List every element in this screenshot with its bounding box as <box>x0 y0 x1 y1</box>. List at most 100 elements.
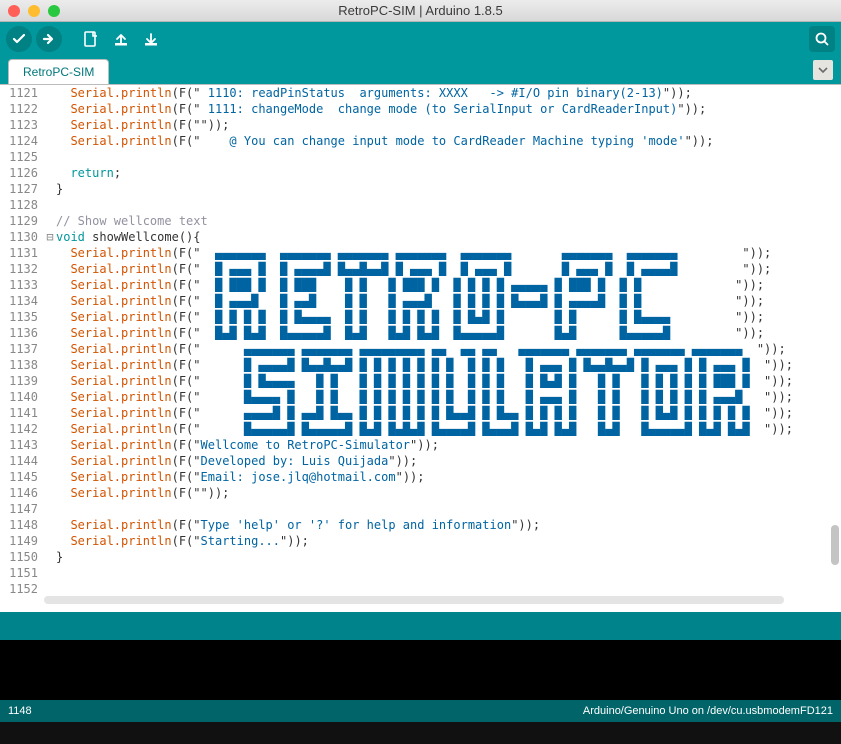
code-line[interactable]: 1125 <box>0 149 841 165</box>
code-line[interactable]: 1128 <box>0 197 841 213</box>
scrollbar-horizontal[interactable] <box>44 596 827 606</box>
fold-gutter[interactable] <box>44 245 56 261</box>
code-line[interactable]: 1142 Serial.println(F(" █▄▄▄▄▄█ █▄▄▄▄▄█ … <box>0 421 841 437</box>
line-number: 1128 <box>0 197 44 213</box>
line-number: 1127 <box>0 181 44 197</box>
code-line[interactable]: 1127} <box>0 181 841 197</box>
code-line[interactable]: 1150} <box>0 549 841 565</box>
fold-gutter[interactable] <box>44 405 56 421</box>
line-number: 1146 <box>0 485 44 501</box>
code-line[interactable]: 1137 Serial.println(F(" ▄▄▄▄▄▄▄ ▄▄▄▄▄▄▄ … <box>0 341 841 357</box>
new-button[interactable] <box>78 26 104 52</box>
code-line[interactable]: 1133 Serial.println(F(" █ ███ █ █ ███ █ … <box>0 277 841 293</box>
code-line[interactable]: 1151 <box>0 565 841 581</box>
open-button[interactable] <box>108 26 134 52</box>
tab-menu-button[interactable] <box>813 60 833 80</box>
upload-button[interactable] <box>36 26 62 52</box>
fold-gutter[interactable] <box>44 533 56 549</box>
fold-gutter[interactable] <box>44 501 56 517</box>
code-line[interactable]: 1129// Show wellcome text <box>0 213 841 229</box>
line-number: 1145 <box>0 469 44 485</box>
code-line[interactable]: 1131 Serial.println(F(" ▄▄▄▄▄▄▄ ▄▄▄▄▄▄▄ … <box>0 245 841 261</box>
fold-gutter[interactable] <box>44 373 56 389</box>
fold-gutter[interactable] <box>44 197 56 213</box>
code-line[interactable]: 1139 Serial.println(F(" █ █▄▄▄▄ █ █ █ █ … <box>0 373 841 389</box>
fold-gutter[interactable] <box>44 117 56 133</box>
fold-gutter[interactable] <box>44 101 56 117</box>
message-bar <box>0 612 841 640</box>
fold-gutter[interactable] <box>44 213 56 229</box>
line-number: 1136 <box>0 325 44 341</box>
fold-gutter[interactable] <box>44 549 56 565</box>
code-editor[interactable]: 1121 Serial.println(F(" 1110: readPinSta… <box>0 84 841 612</box>
sketch-tab[interactable]: RetroPC-SIM <box>8 59 109 84</box>
code-line[interactable]: 1141 Serial.println(F(" ▄▄▄▄█ █ ▄▄█ █▄▄ … <box>0 405 841 421</box>
code-line[interactable]: 1123 Serial.println(F("")); <box>0 117 841 133</box>
line-number: 1130 <box>0 229 44 245</box>
line-number: 1137 <box>0 341 44 357</box>
fold-gutter[interactable] <box>44 421 56 437</box>
code-line[interactable]: 1145 Serial.println(F("Email: jose.jlq@h… <box>0 469 841 485</box>
fold-gutter[interactable] <box>44 485 56 501</box>
code-line[interactable]: 1152 <box>0 581 841 597</box>
fold-gutter[interactable] <box>44 453 56 469</box>
fold-gutter[interactable] <box>44 181 56 197</box>
fold-gutter[interactable] <box>44 357 56 373</box>
fold-gutter[interactable] <box>44 133 56 149</box>
fold-gutter[interactable] <box>44 437 56 453</box>
line-number: 1151 <box>0 565 44 581</box>
line-number: 1144 <box>0 453 44 469</box>
line-number: 1121 <box>0 85 44 101</box>
code-line[interactable]: 1147 <box>0 501 841 517</box>
tab-bar: RetroPC-SIM <box>0 56 841 84</box>
fold-gutter[interactable] <box>44 149 56 165</box>
fold-gutter[interactable] <box>44 325 56 341</box>
line-number: 1124 <box>0 133 44 149</box>
code-line[interactable]: 1148 Serial.println(F("Type 'help' or '?… <box>0 517 841 533</box>
serial-monitor-button[interactable] <box>809 26 835 52</box>
code-line[interactable]: 1122 Serial.println(F(" 1111: changeMode… <box>0 101 841 117</box>
code-line[interactable]: 1135 Serial.println(F(" █ █ █ █ █ █▄▄▄▄ … <box>0 309 841 325</box>
fold-gutter[interactable] <box>44 517 56 533</box>
fold-gutter[interactable] <box>44 389 56 405</box>
code-line[interactable]: 1132 Serial.println(F(" █ ▄▄▄ █ █ ▄▄▄▄█ … <box>0 261 841 277</box>
line-number: 1143 <box>0 437 44 453</box>
code-line[interactable]: 1121 Serial.println(F(" 1110: readPinSta… <box>0 85 841 101</box>
line-number: 1132 <box>0 261 44 277</box>
fold-gutter[interactable] <box>44 581 56 597</box>
scrollbar-vertical[interactable] <box>829 85 839 590</box>
code-line[interactable]: 1130⊟void showWellcome(){ <box>0 229 841 245</box>
line-number: 1125 <box>0 149 44 165</box>
code-line[interactable]: 1140 Serial.println(F(" █▄▄▄▄ █ █ █ █ █ … <box>0 389 841 405</box>
fold-gutter[interactable] <box>44 293 56 309</box>
fold-gutter[interactable]: ⊟ <box>44 229 56 245</box>
code-line[interactable]: 1146 Serial.println(F("")); <box>0 485 841 501</box>
code-line[interactable]: 1124 Serial.println(F(" @ You can change… <box>0 133 841 149</box>
fold-gutter[interactable] <box>44 341 56 357</box>
line-number: 1142 <box>0 421 44 437</box>
code-line[interactable]: 1136 Serial.println(F(" █▄█ █▄█ █▄▄▄▄▄█ … <box>0 325 841 341</box>
fold-gutter[interactable] <box>44 165 56 181</box>
window-title: RetroPC-SIM | Arduino 1.8.5 <box>0 3 841 18</box>
fold-gutter[interactable] <box>44 261 56 277</box>
fold-gutter[interactable] <box>44 277 56 293</box>
code-line[interactable]: 1138 Serial.println(F(" █ ▄▄▄▄█ █▄▄█▄▄█ … <box>0 357 841 373</box>
fold-gutter[interactable] <box>44 309 56 325</box>
code-line[interactable]: 1126 return; <box>0 165 841 181</box>
line-number: 1148 <box>0 517 44 533</box>
verify-button[interactable] <box>6 26 32 52</box>
output-console[interactable] <box>0 640 841 700</box>
line-number: 1149 <box>0 533 44 549</box>
fold-gutter[interactable] <box>44 85 56 101</box>
fold-gutter[interactable] <box>44 565 56 581</box>
line-number: 1141 <box>0 405 44 421</box>
code-line[interactable]: 1134 Serial.println(F(" █ ▄▄▄█ █ ▄▄█ █ █… <box>0 293 841 309</box>
code-line[interactable]: 1149 Serial.println(F("Starting...")); <box>0 533 841 549</box>
line-number: 1131 <box>0 245 44 261</box>
fold-gutter[interactable] <box>44 469 56 485</box>
save-button[interactable] <box>138 26 164 52</box>
code-line[interactable]: 1144 Serial.println(F("Developed by: Lui… <box>0 453 841 469</box>
line-number: 1123 <box>0 117 44 133</box>
line-number: 1147 <box>0 501 44 517</box>
code-line[interactable]: 1143 Serial.println(F("Wellcome to Retro… <box>0 437 841 453</box>
